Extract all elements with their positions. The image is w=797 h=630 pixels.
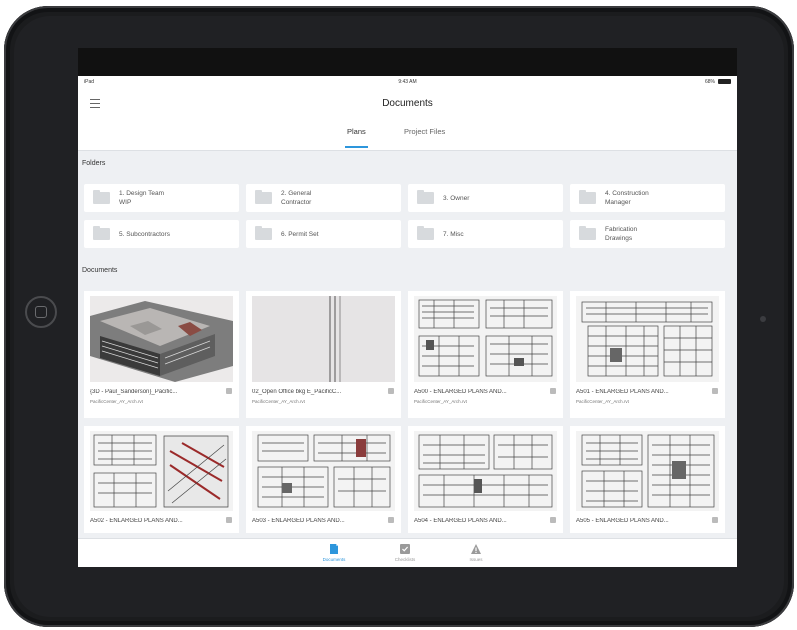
document-thumbnail <box>252 296 395 382</box>
more-options-icon[interactable] <box>550 517 556 523</box>
folder-icon <box>579 190 596 204</box>
document-icon <box>328 542 340 554</box>
folder-name: 4. Construction Manager <box>605 190 649 206</box>
folder-name: 6. Permit Set <box>281 230 319 238</box>
document-thumbnail <box>90 296 233 382</box>
more-options-icon[interactable] <box>226 517 232 523</box>
document-file: PacificCenter_AY_Arch.rvt <box>576 399 629 404</box>
clock: 9:43 AM <box>398 79 417 85</box>
document-card[interactable]: A502 - ENLARGED PLANS AND... <box>84 426 239 533</box>
document-card[interactable]: A501 - ENLARGED PLANS AND... PacificCent… <box>570 291 725 418</box>
document-name: 02_Open Office bkg E_PacificC... <box>252 389 342 395</box>
folder-name: 5. Subcontractors <box>119 230 170 238</box>
tab-label: Issues <box>469 557 483 562</box>
folder-name: Fabrication Drawings <box>605 226 638 242</box>
documents-heading: Documents <box>82 267 118 274</box>
document-name: A505 - ENLARGED PLANS AND... <box>576 518 669 524</box>
document-card[interactable]: A500 - ENLARGED PLANS AND... PacificCent… <box>408 291 563 418</box>
folder-icon <box>255 190 272 204</box>
page-title: Documents <box>382 98 433 109</box>
status-bar: iPad 9:43 AM 68% <box>78 76 737 88</box>
home-button-icon[interactable] <box>25 296 57 328</box>
checklist-icon <box>399 542 411 554</box>
document-card[interactable]: {3D - Paul_Sanderson}_Pacific... Pacific… <box>84 291 239 418</box>
document-thumbnail <box>576 431 719 511</box>
folders-heading: Folders <box>82 160 106 167</box>
document-card[interactable]: 02_Open Office bkg E_PacificC... Pacific… <box>246 291 401 418</box>
screen-top-bar <box>78 48 737 76</box>
document-name: {3D - Paul_Sanderson}_Pacific... <box>90 389 178 395</box>
more-options-icon[interactable] <box>388 517 394 523</box>
document-thumbnail <box>414 431 557 511</box>
document-name: A504 - ENLARGED PLANS AND... <box>414 518 507 524</box>
document-thumbnail <box>252 431 395 511</box>
folder-icon <box>255 226 272 240</box>
battery-icon <box>718 79 731 84</box>
folder-item[interactable]: 3. Owner <box>408 184 563 212</box>
tab-label: Documents <box>322 557 346 562</box>
folder-name: 3. Owner <box>443 194 470 202</box>
document-card[interactable]: A505 - ENLARGED PLANS AND... <box>570 426 725 533</box>
app-screen: iPad 9:43 AM 68% Documents Plans Project… <box>78 48 737 567</box>
warning-icon <box>470 542 482 554</box>
document-name: A501 - ENLARGED PLANS AND... <box>576 389 669 395</box>
folder-name: 2. General Contractor <box>281 190 312 206</box>
more-options-icon[interactable] <box>388 388 394 394</box>
battery-percent: 68% <box>704 79 715 85</box>
folder-item[interactable]: 2. General Contractor <box>246 184 401 212</box>
more-options-icon[interactable] <box>712 388 718 394</box>
folder-name: 1. Design Team WIP <box>119 190 165 206</box>
folder-icon <box>579 226 596 240</box>
document-file: PacificCenter_AY_Arch.rvt <box>90 399 143 404</box>
tab-label: Checklists <box>394 557 416 562</box>
folder-name: 7. Misc <box>443 230 464 238</box>
document-card[interactable]: A503 - ENLARGED PLANS AND... <box>246 426 401 533</box>
more-options-icon[interactable] <box>712 517 718 523</box>
tab-plans[interactable]: Plans <box>345 126 368 148</box>
more-options-icon[interactable] <box>550 388 556 394</box>
bottom-tab-bar: Documents Checklists Issues <box>78 538 737 567</box>
tab-checklists[interactable]: Checklists <box>380 542 430 562</box>
document-card[interactable]: A504 - ENLARGED PLANS AND... <box>408 426 563 533</box>
tab-project-files[interactable]: Project Files <box>404 126 445 148</box>
app-header: Documents Plans Project Files <box>78 88 737 151</box>
folder-item[interactable]: 5. Subcontractors <box>84 220 239 248</box>
folder-icon <box>417 226 434 240</box>
tab-issues[interactable]: Issues <box>451 542 501 562</box>
folder-icon <box>93 226 110 240</box>
document-file: PacificCenter_AY_Arch.rvt <box>252 399 305 404</box>
folder-icon <box>93 190 110 204</box>
folder-item[interactable]: 1. Design Team WIP <box>84 184 239 212</box>
document-name: A502 - ENLARGED PLANS AND... <box>90 518 183 524</box>
document-name: A500 - ENLARGED PLANS AND... <box>414 389 507 395</box>
tab-documents[interactable]: Documents <box>309 542 359 562</box>
more-options-icon[interactable] <box>226 388 232 394</box>
folder-item[interactable]: 6. Permit Set <box>246 220 401 248</box>
folder-icon <box>417 190 434 204</box>
document-thumbnail <box>576 296 719 382</box>
document-thumbnail <box>414 296 557 382</box>
segment-tabs: Plans Project Files <box>78 126 737 150</box>
folder-item[interactable]: 7. Misc <box>408 220 563 248</box>
document-name: A503 - ENLARGED PLANS AND... <box>252 518 345 524</box>
document-thumbnail <box>90 431 233 511</box>
folder-item[interactable]: 4. Construction Manager <box>570 184 725 212</box>
camera-icon <box>760 316 766 322</box>
document-file: PacificCenter_AY_Arch.rvt <box>414 399 467 404</box>
folder-item[interactable]: Fabrication Drawings <box>570 220 725 248</box>
